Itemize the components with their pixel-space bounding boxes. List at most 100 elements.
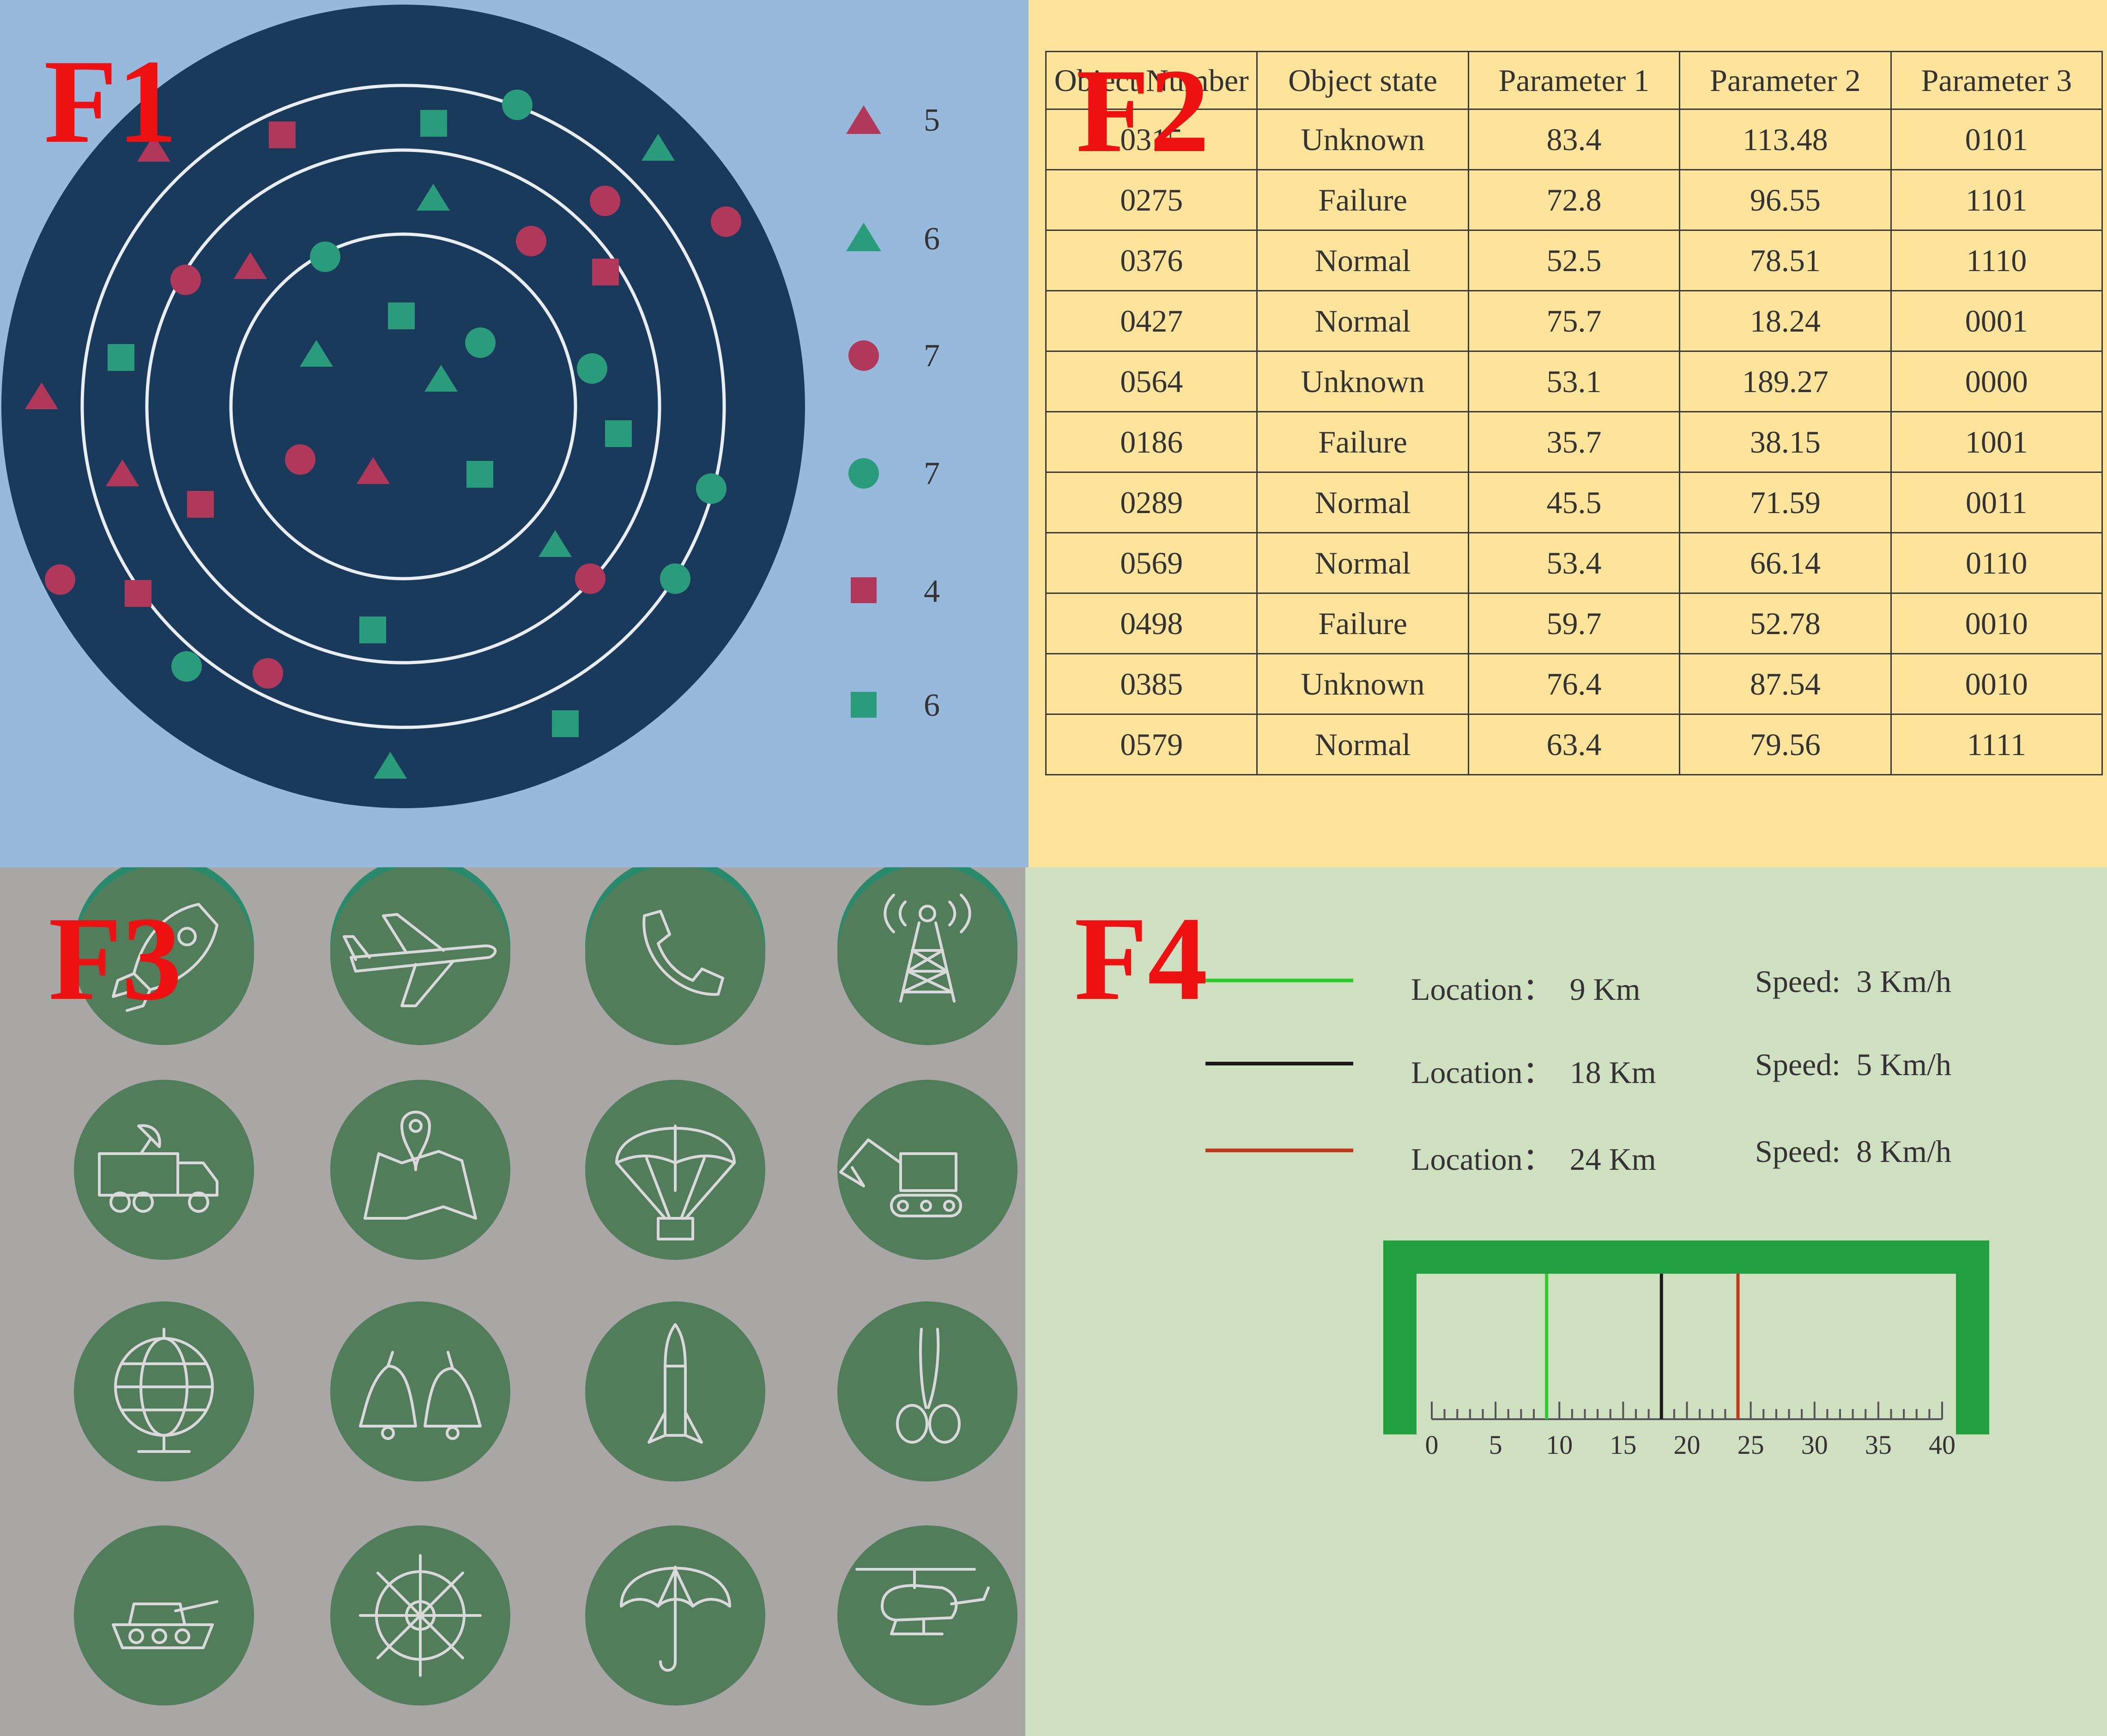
table-cell: 0427: [1045, 290, 1258, 352]
legend-count: 4: [924, 574, 940, 609]
table-cell: 0569: [1045, 532, 1258, 594]
target-marker-green-circle: [310, 242, 340, 272]
globe-icon[interactable]: [74, 1301, 254, 1482]
map-pin-icon[interactable]: [330, 1080, 510, 1260]
target-marker-red-circle: [285, 444, 315, 475]
target-marker-green-square: [388, 302, 415, 329]
column-header: Parameter 3: [1890, 51, 2103, 110]
target-marker-red-circle: [575, 563, 605, 594]
table-cell: 0011: [1890, 472, 2103, 533]
target-marker-green-circle: [465, 327, 496, 358]
table-cell: Normal: [1256, 290, 1469, 352]
table-body: 0315 Unknown 83.4 113.48 0101 0275 Failure 72.8…: [1045, 109, 2103, 775]
ruler-tick-label: 20: [1674, 1430, 1701, 1460]
table-row: 0385 Unknown 76.4 87.54 0010: [1045, 653, 2103, 715]
table-cell: 75.7: [1467, 290, 1681, 352]
legend-green-square-icon: [851, 692, 877, 718]
column-header: Parameter 2: [1679, 51, 1892, 110]
target-marker-red-square: [125, 580, 151, 607]
table-row: 0376 Normal 52.5 78.51 1110: [1045, 230, 2103, 291]
legend-red-circle-icon: [848, 340, 879, 371]
table-cell: 0275: [1045, 169, 1258, 231]
target-marker-green-square: [420, 110, 447, 137]
table-cell: 35.7: [1467, 411, 1681, 473]
table-cell: Normal: [1256, 532, 1469, 594]
table-row: 0564 Unknown 53.1 189.27 0000: [1045, 351, 2103, 412]
scissors-icon[interactable]: [837, 1301, 1017, 1482]
legend-count: 5: [924, 103, 940, 138]
parachute-icon[interactable]: [585, 1080, 765, 1260]
table-cell: 113.48: [1679, 109, 1892, 170]
target-marker-green-square: [552, 710, 579, 737]
table-cell: 52.5: [1467, 230, 1681, 291]
radar-panel: 5 6 7 7 4 6 F1: [0, 0, 1029, 867]
table-cell: 53.1: [1467, 351, 1681, 412]
table-cell: 0010: [1890, 593, 2103, 654]
target-marker-green-square: [605, 420, 632, 447]
ruler-tick-label: 35: [1865, 1430, 1892, 1460]
ruler-tick-label: 0: [1425, 1430, 1439, 1460]
ship-wheel-icon[interactable]: [330, 1525, 510, 1706]
phone-icon[interactable]: [585, 867, 765, 1045]
target-marker-green-circle: [660, 563, 690, 594]
umbrella-icon[interactable]: [585, 1525, 765, 1706]
target-marker-green-circle: [577, 353, 607, 384]
bells-icon[interactable]: [330, 1301, 510, 1482]
table-cell: Failure: [1256, 411, 1469, 473]
ruler-tick-label: 5: [1489, 1430, 1502, 1460]
ruler-frame-left: [1383, 1240, 1417, 1434]
table-cell: 189.27: [1679, 351, 1892, 412]
table-cell: 72.8: [1467, 169, 1681, 231]
table-cell: 83.4: [1467, 109, 1681, 170]
table-row: 0186 Failure 35.7 38.15 1001: [1045, 411, 2103, 473]
excavator-icon[interactable]: [837, 1080, 1017, 1260]
panel-label: F3: [48, 892, 182, 1025]
table-cell: Normal: [1256, 230, 1469, 291]
target-marker-green-square: [359, 617, 386, 643]
table-cell: 79.56: [1679, 714, 1892, 775]
ruler-labels: 0 5 10 15 20 25 30 35 40: [1425, 1430, 1956, 1460]
icon-grid-panel: F3: [0, 867, 1025, 1736]
ruler-ticks: [1431, 1402, 1943, 1420]
table-row: 0569 Normal 53.4 66.14 0110: [1045, 532, 2103, 594]
table-cell: 38.15: [1679, 411, 1892, 473]
target-marker-red-circle: [711, 206, 741, 237]
legend-green-triangle-icon: [846, 223, 881, 251]
table-cell: 18.24: [1679, 290, 1892, 352]
tank-icon[interactable]: [74, 1525, 254, 1706]
table-cell: 45.5: [1467, 472, 1681, 533]
table-cell: 0001: [1890, 290, 2103, 352]
target-marker-red-circle: [590, 186, 620, 216]
airplane-icon[interactable]: [330, 867, 510, 1045]
location-speed-panel: F4 Location： 9 Km Speed: 3 Km/h Location…: [1025, 867, 2107, 1736]
radio-tower-icon[interactable]: [837, 867, 1017, 1045]
table-cell: 71.59: [1679, 472, 1892, 533]
table-cell: 66.14: [1679, 532, 1892, 594]
table-cell: 53.4: [1467, 532, 1681, 594]
table-cell: 1001: [1890, 411, 2103, 473]
ruler-tick-label: 40: [1929, 1430, 1956, 1460]
missile-icon[interactable]: [585, 1301, 765, 1482]
helicopter-icon[interactable]: [837, 1525, 1017, 1706]
target-marker-red-circle: [170, 265, 201, 295]
table-row: 0498 Failure 59.7 52.78 0010: [1045, 593, 2103, 654]
ruler-tick-label: 15: [1610, 1430, 1636, 1460]
target-marker-red-circle: [253, 658, 283, 689]
ruler-frame-right: [1956, 1240, 1989, 1434]
table-row: 0579 Normal 63.4 79.56 1111: [1045, 714, 2103, 775]
panel-label: F2: [1076, 44, 1210, 177]
ruler-tick-label: 30: [1801, 1430, 1828, 1460]
table-cell: 1111: [1890, 714, 2103, 775]
table-cell: 0564: [1045, 351, 1258, 412]
column-header: Parameter 1: [1467, 51, 1681, 110]
target-marker-red-square: [187, 491, 214, 518]
table-cell: 1110: [1890, 230, 2103, 291]
panel-label: F4: [1074, 892, 1208, 1025]
panel-label: F1: [44, 35, 177, 168]
table-cell: 52.78: [1679, 593, 1892, 654]
target-marker-red-square: [269, 121, 296, 148]
satellite-truck-icon[interactable]: [74, 1080, 254, 1260]
target-marker-green-circle: [696, 473, 727, 504]
legend-green-circle-icon: [848, 458, 879, 489]
table-cell: Unknown: [1256, 351, 1469, 412]
